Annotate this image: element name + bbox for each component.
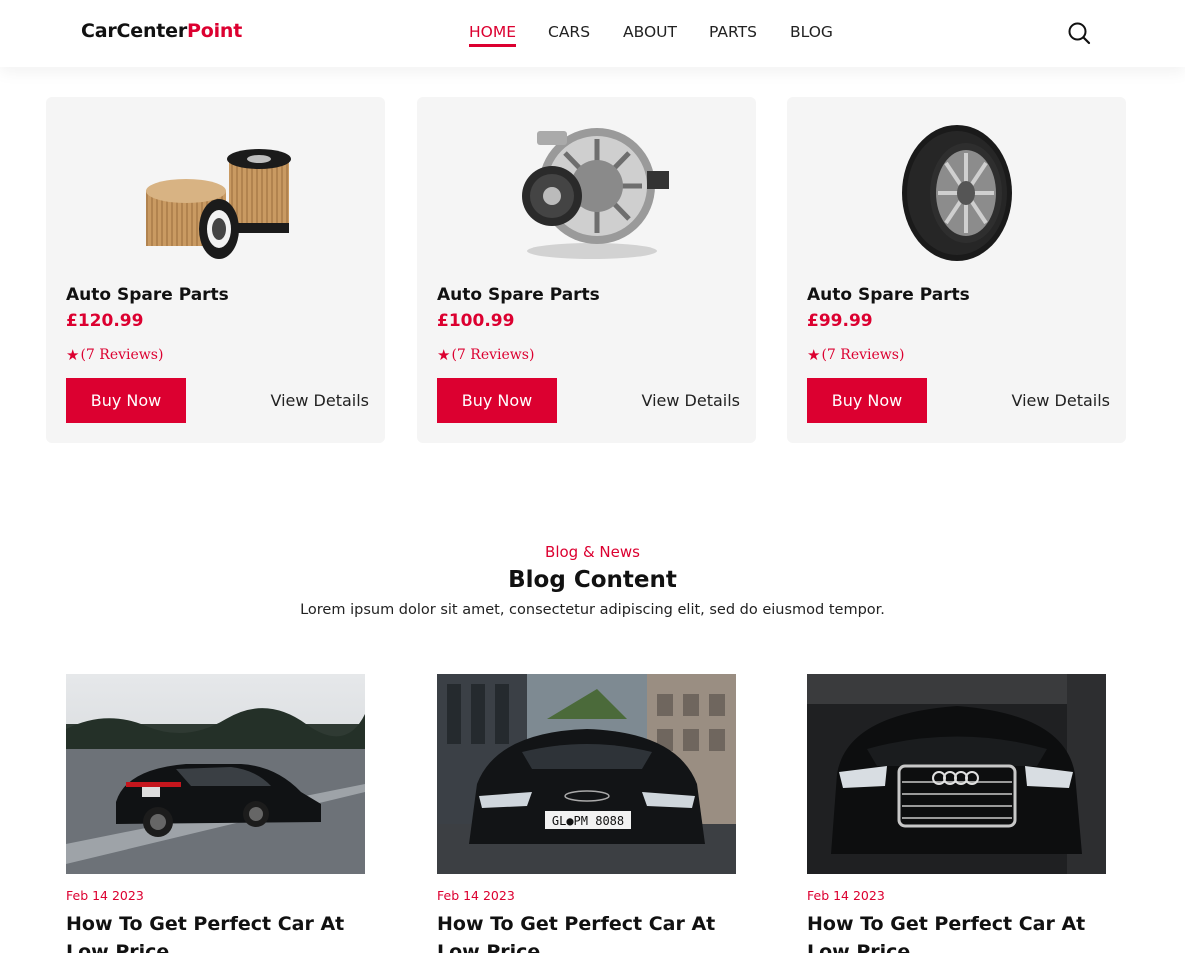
review-count: (7 Reviews) [821,347,905,363]
view-details-link[interactable]: View Details [641,391,740,410]
product-image-oil-filter [46,111,385,271]
blog-post-date: Feb 14 2023 [66,888,144,903]
site-header: CarCenterPoint HOME CARS ABOUT PARTS BLO… [0,0,1185,67]
blog-post[interactable]: Feb 14 2023 How To Get Perfect Car At Lo… [66,674,365,953]
alternator-icon [521,128,669,259]
product-rating: ★ (7 Reviews) [437,346,534,364]
product-card: Auto Spare Parts £100.99 ★ (7 Reviews) B… [417,97,756,443]
nav-item-about[interactable]: ABOUT [623,23,677,41]
nav-item-cars[interactable]: CARS [548,23,590,41]
car-photo-supercar: GL●PM 8088 [437,674,736,874]
blog-post-title[interactable]: How To Get Perfect Car At Low Price [437,910,737,953]
product-rating: ★ (7 Reviews) [66,346,163,364]
car-photo-highway [66,674,365,874]
product-price: £99.99 [807,311,873,331]
product-card: Auto Spare Parts £99.99 ★ (7 Reviews) Bu… [787,97,1126,443]
product-image-alternator [417,111,756,271]
search-icon[interactable] [1067,21,1091,45]
product-title: Auto Spare Parts [66,285,229,305]
blog-post-title[interactable]: How To Get Perfect Car At Low Price [807,910,1107,953]
blog-post[interactable]: GL●PM 8088 Feb 14 2023 How To Get Perfec… [437,674,736,953]
product-image-tire [787,111,1126,271]
blog-post-image[interactable] [66,674,365,874]
view-details-link[interactable]: View Details [270,391,369,410]
buy-now-button[interactable]: Buy Now [807,378,927,423]
blog-post-date: Feb 14 2023 [437,888,515,903]
blog-post[interactable]: Feb 14 2023 How To Get Perfect Car At Lo… [807,674,1106,953]
nav-item-home[interactable]: HOME [469,23,517,47]
blog-post-image[interactable] [807,674,1106,874]
blog-post-title[interactable]: How To Get Perfect Car At Low Price [66,910,366,953]
tire-icon [901,125,1012,261]
blog-subtitle: Blog & News [545,543,640,561]
star-icon: ★ [437,346,451,364]
buy-now-button[interactable]: Buy Now [437,378,557,423]
product-card: Auto Spare Parts £120.99 ★ (7 Reviews) B… [46,97,385,443]
product-title: Auto Spare Parts [807,285,970,305]
nav-item-parts[interactable]: PARTS [709,23,757,41]
blog-title: Blog Content [508,567,677,593]
product-rating: ★ (7 Reviews) [807,346,904,364]
oil-filter-icon [145,149,291,259]
car-photo-sedan [807,674,1106,874]
review-count: (7 Reviews) [451,347,535,363]
blog-post-image[interactable]: GL●PM 8088 [437,674,736,874]
product-price: £100.99 [437,311,515,331]
svg-text:GL●PM 8088: GL●PM 8088 [552,814,624,828]
blog-post-date: Feb 14 2023 [807,888,885,903]
nav-item-blog[interactable]: BLOG [790,23,833,41]
star-icon: ★ [807,346,821,364]
product-price: £120.99 [66,311,144,331]
product-title: Auto Spare Parts [437,285,600,305]
star-icon: ★ [66,346,80,364]
blog-description: Lorem ipsum dolor sit amet, consectetur … [300,602,885,618]
review-count: (7 Reviews) [80,347,164,363]
view-details-link[interactable]: View Details [1011,391,1110,410]
buy-now-button[interactable]: Buy Now [66,378,186,423]
main-nav: HOME CARS ABOUT PARTS BLOG [0,0,1185,67]
